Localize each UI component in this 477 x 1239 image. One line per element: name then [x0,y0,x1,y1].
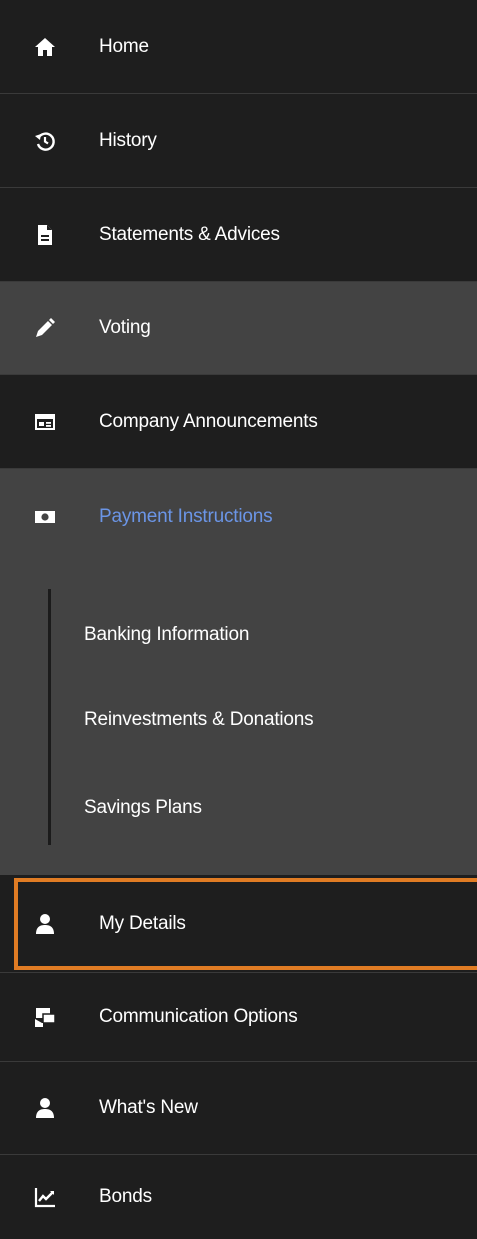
payment-instructions-submenu: Banking Information Reinvestments & Dona… [0,564,477,875]
user-icon [32,1095,58,1121]
nav-item-label: Home [99,35,149,57]
home-icon [32,34,58,60]
nav-item-label: What's New [99,1097,198,1118]
sidebar-nav: Home History Statements & Advices Voting… [0,0,477,1239]
nav-item-home[interactable]: Home [0,0,477,94]
money-icon [32,504,58,530]
nav-item-company-announcements[interactable]: Company Announcements [0,375,477,469]
nav-item-label: Bonds [99,1186,152,1207]
nav-item-label: Voting [99,317,151,338]
communication-icon [32,1004,58,1030]
chart-line-icon [32,1184,58,1210]
nav-item-label: My Details [99,912,186,934]
nav-item-communication-options[interactable]: Communication Options [0,973,477,1062]
user-icon [32,911,58,937]
submenu-item-savings-plans[interactable]: Savings Plans [84,797,202,819]
submenu-item-reinvestments-donations[interactable]: Reinvestments & Donations [84,709,314,731]
nav-item-whats-new[interactable]: What's New [0,1062,477,1155]
pen-icon [32,315,58,341]
nav-item-label: Communication Options [99,1006,298,1027]
nav-item-payment-instructions[interactable]: Payment Instructions [0,469,477,564]
nav-item-label: Payment Instructions [99,505,273,527]
nav-item-bonds[interactable]: Bonds [0,1155,477,1239]
submenu-item-banking-information[interactable]: Banking Information [84,624,249,646]
nav-item-label: History [99,129,157,151]
nav-item-voting[interactable]: Voting [0,282,477,375]
document-icon [32,222,58,248]
nav-item-history[interactable]: History [0,94,477,188]
history-icon [32,128,58,154]
nav-item-my-details[interactable]: My Details [0,875,477,973]
announcement-icon [32,409,58,435]
nav-item-statements[interactable]: Statements & Advices [0,188,477,282]
nav-item-label: Company Announcements [99,410,318,432]
submenu-rail [48,589,51,845]
nav-item-label: Statements & Advices [99,223,280,245]
